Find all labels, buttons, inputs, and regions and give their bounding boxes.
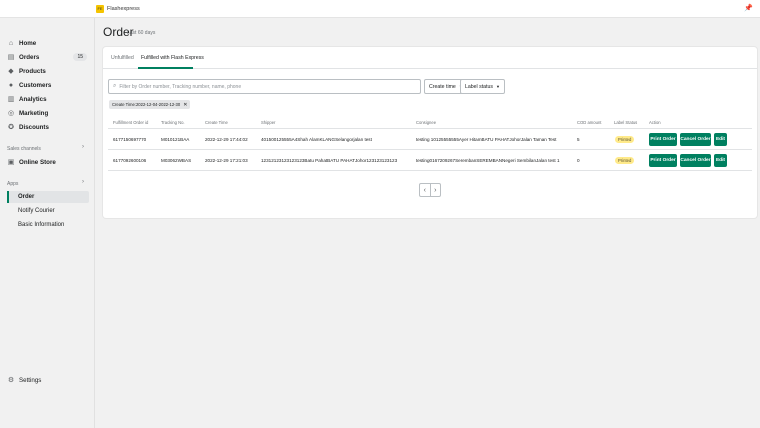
sidebar-item-label: Discounts bbox=[19, 123, 49, 131]
sidebar-item-home[interactable]: ⌂ Home bbox=[7, 37, 89, 49]
target-icon: ◎ bbox=[7, 110, 15, 117]
print-order-button[interactable]: Print Order bbox=[649, 133, 677, 146]
cancel-order-button[interactable]: Cancel Order bbox=[680, 154, 711, 167]
edit-button[interactable]: Edit bbox=[714, 154, 727, 167]
orders-count-badge: 15 bbox=[73, 53, 87, 61]
gear-icon: ⚙ bbox=[7, 377, 15, 384]
sidebar-item-label: Analytics bbox=[19, 95, 47, 103]
home-icon: ⌂ bbox=[8, 39, 14, 47]
shipper: 401500125555A4Shah AlamKLANGSelangorjala… bbox=[261, 137, 372, 142]
column-header: Label Status bbox=[614, 120, 638, 125]
close-icon[interactable]: ✕ bbox=[183, 102, 187, 108]
sidebar-item-marketing[interactable]: ◎ Marketing bbox=[7, 107, 89, 119]
person-icon: ● bbox=[8, 81, 14, 89]
column-header: Shipper bbox=[261, 120, 276, 125]
cod-amount: 5 bbox=[577, 137, 580, 142]
sidebar-item-label: Customers bbox=[19, 81, 52, 89]
sidebar-item-settings[interactable]: ⚙ Settings bbox=[7, 374, 42, 386]
previous-page-button[interactable]: ‹ bbox=[420, 184, 431, 196]
tab-unfulfilled[interactable]: Unfulfilled bbox=[111, 55, 134, 61]
sidebar-item-customers[interactable]: ● Customers bbox=[7, 79, 89, 91]
chevron-right-icon[interactable]: › bbox=[82, 179, 84, 185]
sidebar-item-online-store[interactable]: ▣ Online Store bbox=[7, 156, 89, 168]
tab-bar: Unfulfilled Fulfilled with Flash Express bbox=[103, 47, 757, 69]
cancel-order-button[interactable]: Cancel Order bbox=[680, 133, 711, 146]
sidebar-item-label: Marketing bbox=[19, 109, 49, 117]
tab-fulfilled-flash-express[interactable]: Fulfilled with Flash Express bbox=[141, 55, 204, 61]
column-header: Consignee bbox=[416, 120, 437, 125]
create-time-label: Create time bbox=[429, 83, 456, 90]
column-header: Tracking No. bbox=[161, 120, 185, 125]
table-row: 6177150697770 M010121BAA 2022-12-29 17:4… bbox=[108, 130, 752, 150]
cod-amount: 0 bbox=[577, 158, 580, 163]
sidebar-item-label: Products bbox=[19, 67, 46, 75]
label-status-label: Label status bbox=[465, 83, 493, 90]
print-order-button[interactable]: Print Order bbox=[649, 154, 677, 167]
filter-chip-create-time: Create Time:2022-12-04-2022-12-30 ✕ bbox=[109, 100, 191, 109]
consignee: testing0167209267SerembanSEREMBANNegeri … bbox=[416, 158, 560, 163]
status-badge: Printed bbox=[615, 136, 635, 143]
page-subtitle: Last 60 days bbox=[127, 30, 156, 36]
tracking-number: M010121BAA bbox=[161, 137, 190, 142]
create-time: 2022-12-29 17:21:03 bbox=[205, 158, 248, 163]
sidebar-app-item-notify-courier[interactable]: Notify Courier bbox=[7, 205, 89, 217]
sidebar: ⌂ Home ▤ Orders 15 ◆ Products ● Customer… bbox=[0, 18, 95, 428]
column-header: Action bbox=[649, 120, 661, 125]
chevron-right-icon[interactable]: › bbox=[82, 144, 84, 150]
sidebar-item-orders[interactable]: ▤ Orders 15 bbox=[7, 51, 89, 63]
sidebar-item-label: Settings bbox=[19, 376, 42, 384]
tracking-number: M03062WBAS bbox=[161, 158, 192, 163]
sidebar-app-item-order[interactable]: Order bbox=[7, 191, 89, 203]
sidebar-item-label: Orders bbox=[19, 53, 40, 61]
app-name: Flashexpress bbox=[107, 5, 140, 12]
column-header: Create Time bbox=[205, 120, 228, 125]
flashexpress-logo-icon: FE bbox=[96, 4, 104, 13]
next-page-button[interactable]: › bbox=[431, 184, 441, 196]
search-icon: ⌕ bbox=[113, 83, 117, 89]
bar-chart-icon: ▥ bbox=[7, 96, 15, 103]
sidebar-item-discounts[interactable]: ✪ Discounts bbox=[7, 121, 89, 133]
table-header: Fulfillment Order id Tracking No. Create… bbox=[108, 117, 752, 129]
sidebar-item-products[interactable]: ◆ Products bbox=[7, 65, 89, 77]
column-header: COD amount bbox=[577, 120, 602, 125]
column-header: Fulfillment Order id bbox=[113, 120, 149, 125]
active-tab-indicator bbox=[138, 67, 193, 69]
order-id: 6177150697770 bbox=[113, 137, 147, 142]
pagination: ‹ › bbox=[419, 183, 441, 197]
discount-icon: ✪ bbox=[8, 124, 14, 131]
sidebar-item-analytics[interactable]: ▥ Analytics bbox=[7, 93, 89, 105]
tag-icon: ◆ bbox=[8, 68, 14, 75]
caret-down-icon: ▼ bbox=[495, 84, 500, 89]
apps-label: Apps bbox=[7, 181, 19, 187]
sidebar-item-label: Online Store bbox=[19, 158, 56, 166]
sidebar-app-item-basic-information[interactable]: Basic Information bbox=[7, 219, 89, 231]
label-status-dropdown[interactable]: Label status ▼ bbox=[460, 79, 505, 94]
sidebar-item-label: Home bbox=[19, 39, 37, 47]
pin-icon[interactable]: 📌 bbox=[744, 4, 753, 12]
status-badge: Printed bbox=[615, 157, 635, 164]
table-row: 6177092600106 M03062WBAS 2022-12-29 17:2… bbox=[108, 151, 752, 171]
edit-button[interactable]: Edit bbox=[714, 133, 727, 146]
store-icon: ▣ bbox=[7, 159, 15, 166]
create-time: 2022-12-29 17:44:02 bbox=[205, 137, 248, 142]
search-field[interactable]: ⌕ bbox=[108, 79, 421, 94]
sales-channels-label: Sales channels bbox=[7, 146, 41, 152]
top-bar: FE Flashexpress 📌 bbox=[0, 0, 760, 18]
consignee: testing 10125555555Ayer HitamBATU PAHATJ… bbox=[416, 137, 557, 142]
shipper: 12312123123123123Batu PahatBATU PAHATJoh… bbox=[261, 158, 398, 163]
filter-chip-label: Create Time:2022-12-04-2022-12-30 bbox=[112, 102, 181, 107]
order-id: 6177092600106 bbox=[113, 158, 147, 163]
orders-card: Unfulfilled Fulfilled with Flash Express… bbox=[103, 47, 757, 218]
search-input[interactable] bbox=[119, 83, 410, 90]
orders-icon: ▤ bbox=[7, 54, 15, 61]
